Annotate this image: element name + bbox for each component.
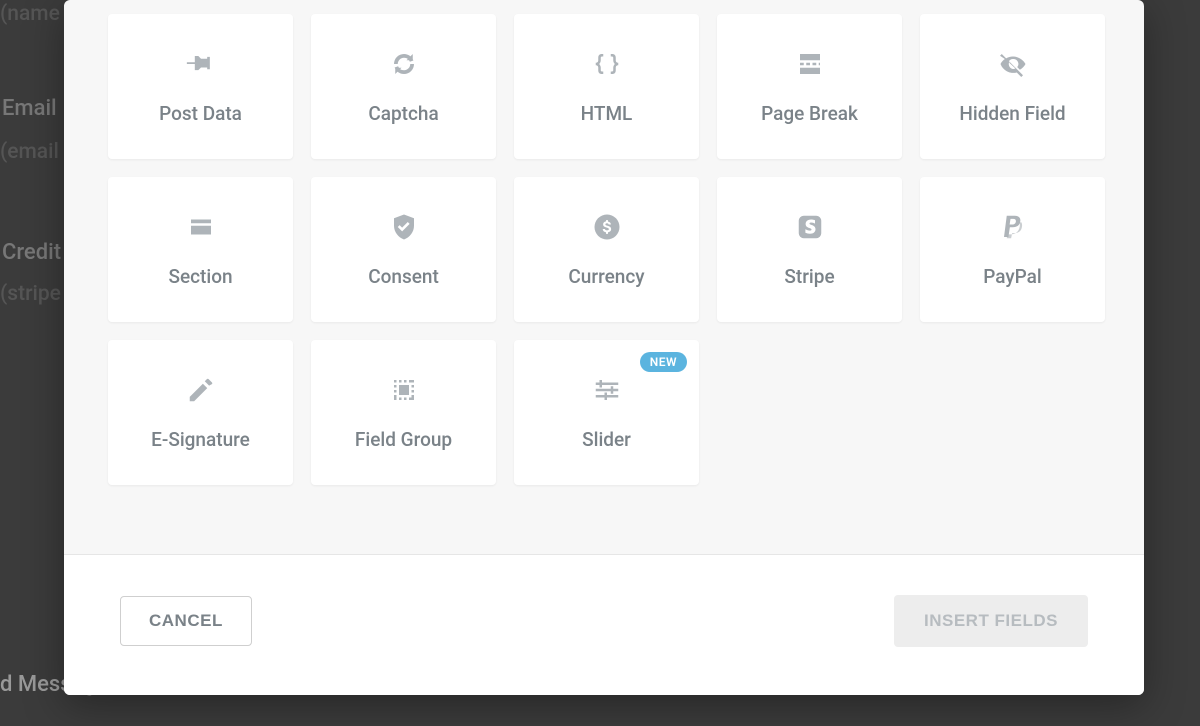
field-label: E-Signature — [151, 428, 250, 451]
page-break-icon — [794, 48, 826, 80]
new-badge: NEW — [640, 352, 687, 372]
shield-check-icon — [388, 211, 420, 243]
bg-credit-label: Credit — [2, 240, 61, 265]
sliders-icon — [591, 374, 623, 406]
field-label: Post Data — [159, 102, 242, 125]
paypal-icon — [997, 211, 1029, 243]
dollar-circle-icon — [591, 211, 623, 243]
bg-stripe-sub: (stripe — [0, 282, 61, 306]
field-option-hidden-field[interactable]: Hidden Field — [920, 14, 1105, 159]
pin-icon — [185, 48, 217, 80]
refresh-icon — [388, 48, 420, 80]
bg-email-sub: (email — [0, 140, 59, 164]
field-label: HTML — [581, 102, 633, 125]
bg-email-label: Email — [2, 96, 57, 121]
insert-fields-button[interactable]: INSERT FIELDS — [894, 595, 1088, 647]
field-option-captcha[interactable]: Captcha — [311, 14, 496, 159]
field-option-html[interactable]: HTML — [514, 14, 699, 159]
field-label: Hidden Field — [959, 102, 1065, 125]
field-option-e-signature[interactable]: E-Signature — [108, 340, 293, 485]
field-label: Slider — [582, 428, 631, 451]
section-icon — [185, 211, 217, 243]
modal-footer: CANCEL INSERT FIELDS — [64, 554, 1144, 695]
pencil-icon — [185, 374, 217, 406]
field-option-stripe[interactable]: Stripe — [717, 177, 902, 322]
braces-icon — [591, 48, 623, 80]
field-option-consent[interactable]: Consent — [311, 177, 496, 322]
field-option-section[interactable]: Section — [108, 177, 293, 322]
field-label: Page Break — [761, 102, 858, 125]
field-label: Currency — [568, 265, 644, 288]
bg-name-sub: (name — [0, 2, 60, 26]
group-icon — [388, 374, 420, 406]
stripe-icon — [794, 211, 826, 243]
field-option-slider[interactable]: NEW Slider — [514, 340, 699, 485]
cancel-button[interactable]: CANCEL — [120, 596, 252, 646]
field-label: Captcha — [368, 102, 438, 125]
field-label: Section — [168, 265, 232, 288]
field-label: Field Group — [355, 428, 452, 451]
modal-body: Post Data Captcha HTML — [64, 0, 1144, 554]
field-option-paypal[interactable]: PayPal — [920, 177, 1105, 322]
field-option-post-data[interactable]: Post Data — [108, 14, 293, 159]
field-picker-modal: Post Data Captcha HTML — [64, 0, 1144, 695]
field-option-page-break[interactable]: Page Break — [717, 14, 902, 159]
field-label: PayPal — [983, 265, 1042, 288]
eye-off-icon — [997, 48, 1029, 80]
field-grid: Post Data Captcha HTML — [108, 14, 1100, 485]
field-label: Consent — [368, 265, 439, 288]
field-option-currency[interactable]: Currency — [514, 177, 699, 322]
field-option-field-group[interactable]: Field Group — [311, 340, 496, 485]
field-label: Stripe — [784, 265, 834, 288]
